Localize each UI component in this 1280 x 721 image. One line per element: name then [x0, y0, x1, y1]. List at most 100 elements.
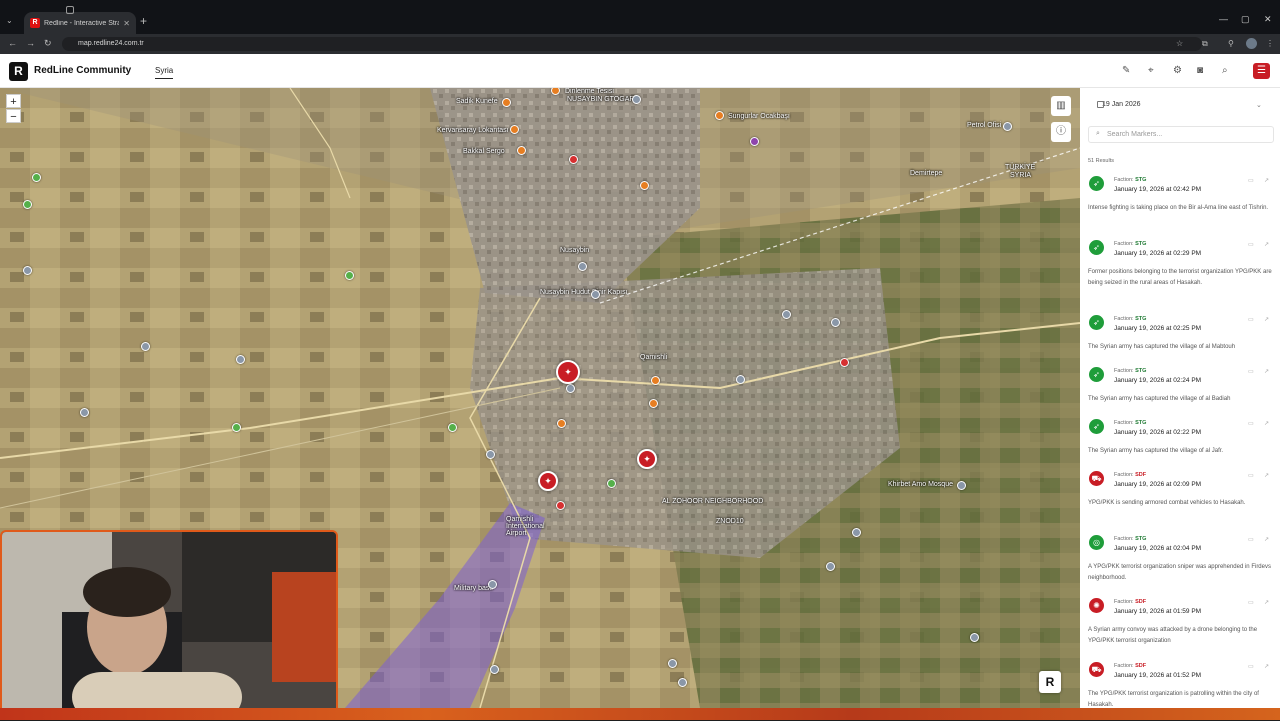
location-pin-icon[interactable]: ⌖	[1148, 65, 1154, 76]
map-marker[interactable]	[345, 271, 354, 280]
date-select[interactable]: 19 Jan 2026	[1088, 96, 1274, 114]
map-marker[interactable]	[236, 355, 245, 364]
close-icon[interactable]: ✕	[123, 19, 130, 28]
map-marker[interactable]	[852, 528, 861, 537]
map-marker[interactable]	[557, 419, 566, 428]
url-field[interactable]: map.redline24.com.tr	[62, 37, 1202, 51]
list-item[interactable]: ◎ Faction: STG January 19, 2026 at 02:04…	[1080, 531, 1280, 594]
map-marker[interactable]	[569, 155, 578, 164]
map-marker[interactable]	[517, 146, 526, 155]
map-marker[interactable]	[970, 633, 979, 642]
tab-syria[interactable]: Syria	[155, 66, 174, 79]
map-marker[interactable]	[141, 342, 150, 351]
hamburger-menu-button[interactable]: ☰	[1253, 63, 1270, 79]
map-marker[interactable]	[23, 266, 32, 275]
list-item[interactable]: ⛟ Faction: SDF January 19, 2026 at 02:09…	[1080, 467, 1280, 530]
external-link-icon[interactable]: ↗	[1264, 316, 1269, 323]
ruler-icon[interactable]: ✎	[1122, 65, 1130, 76]
search-icon[interactable]: ⌕	[1222, 65, 1228, 76]
map-marker[interactable]	[232, 423, 241, 432]
external-link-icon[interactable]: ↗	[1264, 663, 1269, 670]
forward-arrow-icon[interactable]: →	[26, 38, 35, 48]
map-marker[interactable]	[502, 98, 511, 107]
map-marker[interactable]	[32, 173, 41, 182]
external-link-icon[interactable]: ↗	[1264, 177, 1269, 184]
map-marker[interactable]	[607, 479, 616, 488]
video-icon[interactable]: ▭	[1248, 316, 1254, 323]
map-marker[interactable]	[556, 501, 565, 510]
video-icon[interactable]: ▭	[1248, 177, 1254, 184]
map-marker[interactable]	[957, 481, 966, 490]
external-link-icon[interactable]: ↗	[1264, 420, 1269, 427]
map-marker[interactable]	[1003, 122, 1012, 131]
map-marker[interactable]	[715, 111, 724, 120]
map-marker[interactable]	[490, 665, 499, 674]
external-link-icon[interactable]: ↗	[1264, 536, 1269, 543]
search-markers-input[interactable]: Search Markers...	[1088, 126, 1274, 143]
external-link-icon[interactable]: ↗	[1264, 472, 1269, 479]
map-marker[interactable]	[591, 290, 600, 299]
video-icon[interactable]: ▭	[1248, 420, 1254, 427]
map-marker[interactable]	[486, 450, 495, 459]
map-marker[interactable]	[678, 678, 687, 687]
map-marker[interactable]	[831, 318, 840, 327]
chevron-down-icon[interactable]: ⌄	[1256, 101, 1262, 109]
external-link-icon[interactable]: ↗	[1264, 368, 1269, 375]
reload-icon[interactable]: ↻	[44, 38, 52, 49]
extensions-icon[interactable]: ⧉	[1202, 39, 1208, 49]
back-arrow-icon[interactable]: ←	[8, 38, 17, 48]
list-item[interactable]: ➶ Faction: STG January 19, 2026 at 02:29…	[1080, 236, 1280, 299]
map-marker[interactable]	[510, 125, 519, 134]
video-icon[interactable]: ▭	[1248, 663, 1254, 670]
tab-title: Redline - Interactive Strategic M	[44, 19, 120, 27]
map-marker[interactable]	[566, 384, 575, 393]
map-marker[interactable]	[488, 580, 497, 589]
map-marker[interactable]	[448, 423, 457, 432]
map-marker[interactable]	[826, 562, 835, 571]
zoom-in-button[interactable]: +	[6, 94, 21, 108]
minimize-icon[interactable]: —	[1219, 14, 1228, 24]
list-item[interactable]: ➶ Faction: STG January 19, 2026 at 02:42…	[1080, 172, 1280, 235]
map-marker[interactable]	[782, 310, 791, 319]
video-icon[interactable]: ▭	[1248, 472, 1254, 479]
tab-list-chevron-icon[interactable]: ⌄	[6, 16, 13, 25]
camera-icon[interactable]: ◙	[1197, 65, 1203, 76]
browser-menu-icon[interactable]: ⋮	[1266, 39, 1274, 48]
profile-avatar[interactable]	[1246, 38, 1257, 49]
maximize-icon[interactable]: ▢	[1241, 14, 1250, 25]
video-icon[interactable]: ▭	[1248, 536, 1254, 543]
map-marker[interactable]	[640, 181, 649, 190]
external-link-icon[interactable]: ↗	[1264, 599, 1269, 606]
map-marker[interactable]	[750, 137, 759, 146]
external-link-icon[interactable]: ↗	[1264, 241, 1269, 248]
zoom-out-button[interactable]: −	[6, 109, 21, 123]
map-marker[interactable]	[668, 659, 677, 668]
map-marker[interactable]	[578, 262, 587, 271]
map-marker[interactable]	[736, 375, 745, 384]
extension-icon[interactable]: ⚲	[1228, 39, 1234, 48]
map-marker[interactable]	[23, 200, 32, 209]
map-layers-button[interactable]: ▥	[1051, 96, 1071, 116]
map-marker[interactable]	[840, 358, 849, 367]
bookmark-star-icon[interactable]: ☆	[1176, 39, 1183, 48]
site-info-icon[interactable]	[66, 6, 74, 14]
conflict-marker-icon[interactable]: ✦	[637, 449, 657, 469]
video-icon[interactable]: ▭	[1248, 241, 1254, 248]
redline-logo[interactable]: R	[9, 62, 28, 81]
video-icon[interactable]: ▭	[1248, 599, 1254, 606]
conflict-marker-icon[interactable]: ✦	[538, 471, 558, 491]
map-marker[interactable]	[80, 408, 89, 417]
faction-line: Faction: SDF	[1114, 472, 1147, 478]
map-label: Khirbet Amo Mosque	[888, 481, 953, 488]
browser-tab[interactable]: R Redline - Interactive Strategic M ✕	[24, 12, 136, 34]
list-item[interactable]: ✺ Faction: SDF January 19, 2026 at 01:59…	[1080, 594, 1280, 657]
map-marker[interactable]	[632, 95, 641, 104]
window-close-icon[interactable]: ✕	[1264, 14, 1272, 25]
info-button[interactable]: ⓘ	[1051, 122, 1071, 142]
conflict-marker-icon[interactable]: ✦	[556, 360, 580, 384]
map-marker[interactable]	[649, 399, 658, 408]
map-marker[interactable]	[651, 376, 660, 385]
settings-gear-icon[interactable]: ⚙	[1173, 65, 1182, 76]
video-icon[interactable]: ▭	[1248, 368, 1254, 375]
new-tab-plus-icon[interactable]: +	[140, 14, 147, 28]
